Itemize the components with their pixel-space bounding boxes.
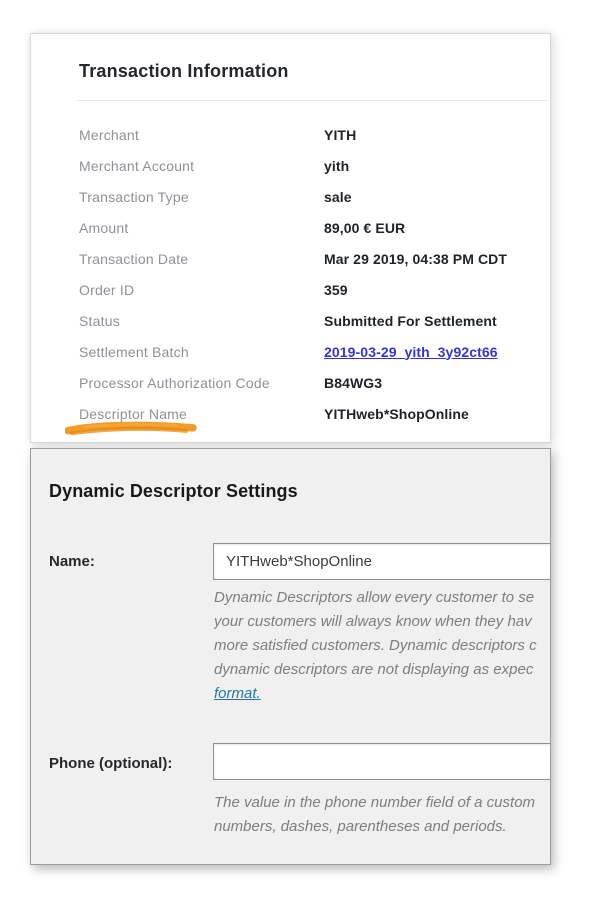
title-divider (76, 100, 548, 101)
settlement-batch-link[interactable]: 2019-03-29_yith_3y92ct66 (324, 344, 498, 360)
transaction-row: Processor Authorization CodeB84WG3 (79, 367, 550, 398)
transaction-row: Transaction Typesale (79, 181, 550, 212)
descriptor-name-input[interactable] (213, 543, 551, 580)
row-label: Order ID (79, 282, 324, 298)
help-line: Dynamic Descriptors allow every customer… (214, 586, 550, 610)
phone-field-label: Phone (optional): (49, 755, 172, 772)
row-value: Mar 29 2019, 04:38 PM CDT (324, 251, 507, 267)
orange-highlight-scribble (65, 420, 199, 439)
help-line: dynamic descriptors are not displaying a… (214, 658, 550, 682)
transaction-row: Settlement Batch2019-03-29_yith_3y92ct66 (79, 336, 550, 367)
transaction-information-panel: Transaction Information MerchantYITHMerc… (30, 33, 551, 443)
row-label: Transaction Type (79, 189, 324, 205)
format-link[interactable]: format. (214, 685, 261, 702)
row-value: Submitted For Settlement (324, 313, 497, 329)
transaction-row: Amount89,00 € EUR (79, 212, 550, 243)
row-label: Settlement Batch (79, 344, 324, 360)
row-value: sale (324, 189, 352, 205)
descriptor-phone-input[interactable] (213, 743, 551, 780)
row-value: 89,00 € EUR (324, 220, 405, 236)
help-line: The value in the phone number field of a… (214, 791, 550, 815)
transaction-rows: MerchantYITHMerchant AccountyithTransact… (79, 119, 550, 429)
panel-title: Transaction Information (79, 61, 289, 82)
help-line: more satisfied customers. Dynamic descri… (214, 634, 550, 658)
row-label: Merchant (79, 127, 324, 143)
descriptor-name-label: Descriptor Name (79, 406, 324, 422)
row-value: YITH (324, 127, 356, 143)
help-line: format. (214, 682, 550, 706)
transaction-row: StatusSubmitted For Settlement (79, 305, 550, 336)
row-label: Status (79, 313, 324, 329)
row-label: Transaction Date (79, 251, 324, 267)
help-line: numbers, dashes, parentheses and periods… (214, 815, 550, 839)
row-value: B84WG3 (324, 375, 382, 391)
name-help-text: Dynamic Descriptors allow every customer… (214, 586, 550, 706)
transaction-row: Transaction DateMar 29 2019, 04:38 PM CD… (79, 243, 550, 274)
row-value: yith (324, 158, 349, 174)
row-label: Processor Authorization Code (79, 375, 324, 391)
row-value: YITHweb*ShopOnline (324, 406, 469, 422)
row-label: Amount (79, 220, 324, 236)
settings-title: Dynamic Descriptor Settings (49, 481, 298, 502)
phone-help-text: The value in the phone number field of a… (214, 791, 550, 839)
help-line: your customers will always know when the… (214, 610, 550, 634)
name-field-label: Name: (49, 553, 95, 570)
dynamic-descriptor-settings-panel: Dynamic Descriptor Settings Name: Dynami… (30, 448, 551, 865)
transaction-row: Order ID359 (79, 274, 550, 305)
row-label: Merchant Account (79, 158, 324, 174)
transaction-row: Merchant Accountyith (79, 150, 550, 181)
row-value: 359 (324, 282, 348, 298)
transaction-row: MerchantYITH (79, 119, 550, 150)
